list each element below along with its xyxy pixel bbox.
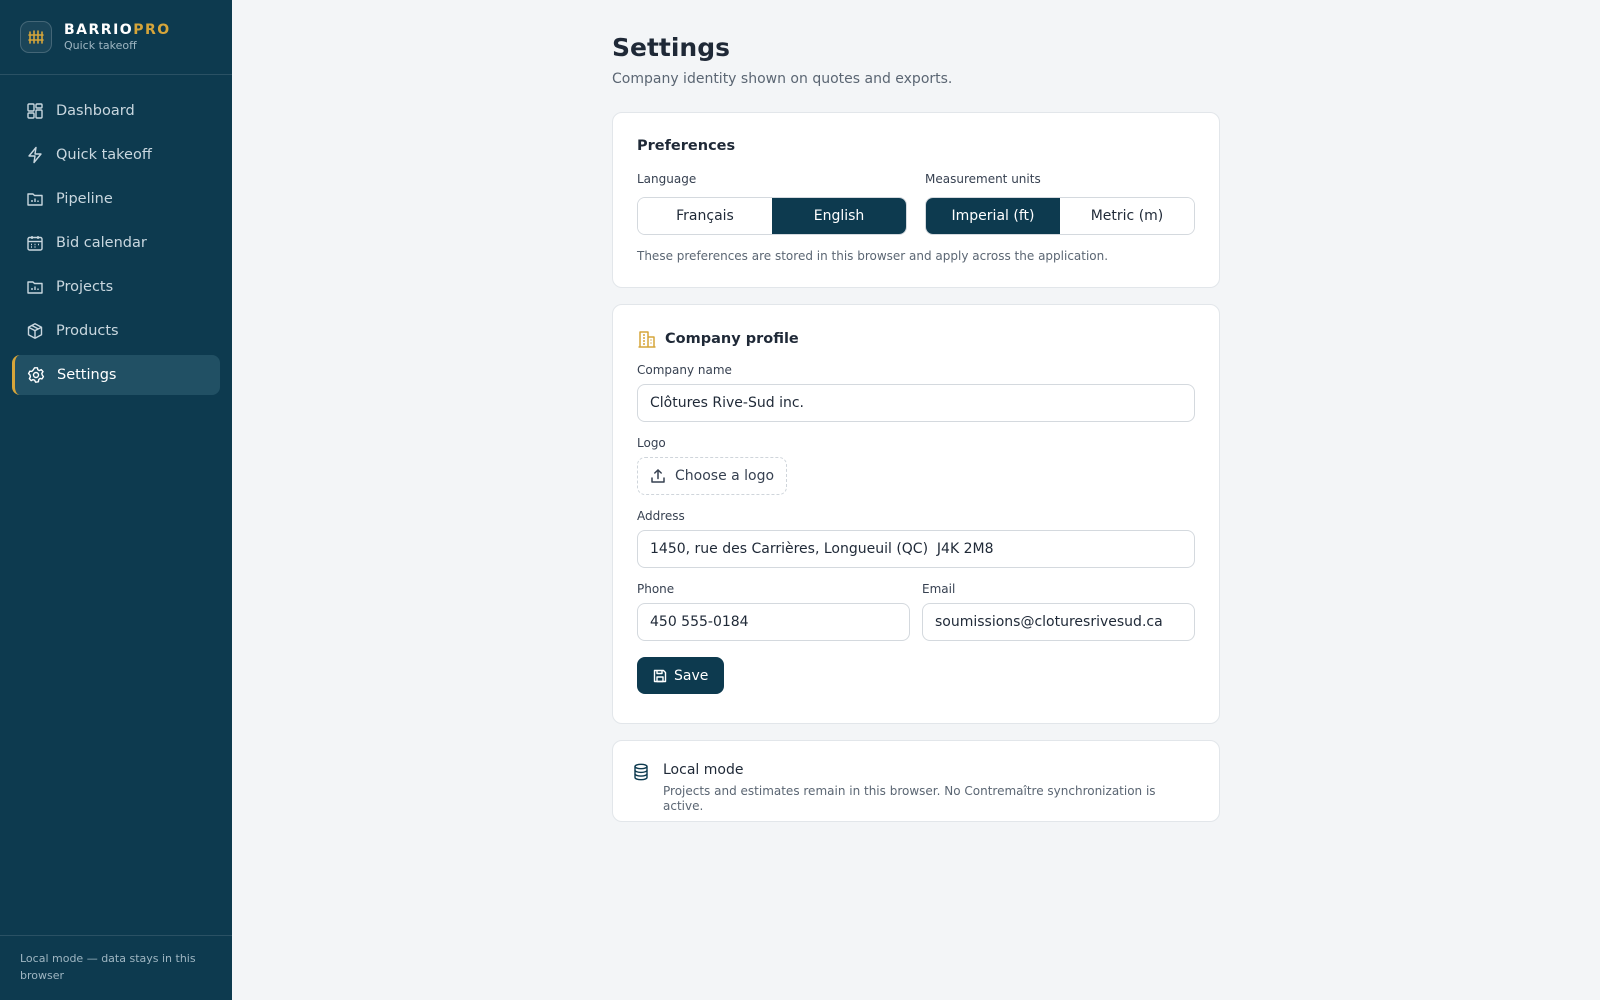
save-button[interactable]: Save [637, 657, 725, 694]
address-input[interactable] [637, 530, 1195, 568]
units-option-imperial[interactable]: Imperial (ft) [926, 198, 1060, 234]
save-label: Save [674, 667, 709, 684]
preferences-title: Preferences [637, 138, 736, 154]
language-label: Language [637, 172, 697, 186]
sidebar-item-quick-takeoff[interactable]: Quick takeoff [12, 135, 220, 175]
upload-icon [650, 468, 666, 484]
logo-field: Logo Choose a logo [637, 436, 1195, 495]
sidebar-item-label: Pipeline [56, 191, 113, 207]
sidebar: BARRIOPRO Quick takeoff Dashboard Quick … [0, 0, 232, 1000]
local-mode-title: Local mode [663, 762, 744, 778]
box-icon [26, 322, 44, 340]
sidebar-item-dashboard[interactable]: Dashboard [12, 91, 220, 131]
sidebar-item-label: Products [56, 323, 119, 339]
page-title: Settings [612, 33, 731, 62]
email-label: Email [922, 582, 956, 596]
choose-logo-label: Choose a logo [675, 468, 775, 484]
language-option-english[interactable]: English [772, 198, 906, 234]
sidebar-item-bid-calendar[interactable]: Bid calendar [12, 223, 220, 263]
language-toggle: Français English [637, 197, 907, 235]
logo-label: Logo [637, 436, 666, 450]
company-profile-header: Company profile [637, 329, 1195, 349]
sidebar-item-label: Projects [56, 279, 114, 295]
address-field: Address [637, 509, 1195, 568]
save-icon [653, 669, 667, 683]
company-profile-title: Company profile [665, 331, 799, 347]
sidebar-nav: Dashboard Quick takeoff Pipeline Bid cal… [0, 75, 232, 395]
gear-icon [27, 366, 45, 384]
lightning-icon [26, 146, 44, 164]
choose-logo-button[interactable]: Choose a logo [637, 457, 788, 495]
folder-chart-icon [26, 278, 44, 296]
address-label: Address [637, 509, 685, 523]
phone-label: Phone [637, 582, 675, 596]
preferences-note: These preferences are stored in this bro… [637, 249, 1109, 263]
company-name-input[interactable] [637, 384, 1195, 422]
contact-row: Phone Email [637, 582, 1195, 641]
sidebar-item-pipeline[interactable]: Pipeline [12, 179, 220, 219]
brand-subtitle: Quick takeoff [64, 38, 137, 52]
calendar-icon [26, 234, 44, 252]
sidebar-item-settings[interactable]: Settings [12, 355, 220, 395]
sidebar-item-label: Quick takeoff [56, 147, 152, 163]
sidebar-item-label: Dashboard [56, 103, 135, 119]
sidebar-item-label: Settings [57, 367, 117, 383]
language-option-francais[interactable]: Français [638, 198, 772, 234]
company-profile-card: Company profile Company name Logo Choose… [612, 304, 1220, 724]
sidebar-item-products[interactable]: Products [12, 311, 220, 351]
phone-input[interactable] [637, 603, 910, 641]
company-name-field: Company name [637, 363, 1195, 422]
main-content: Settings Company identity shown on quote… [612, 0, 1220, 822]
sidebar-footer-note: Local mode — data stays in this browser [0, 935, 232, 1000]
units-toggle: Imperial (ft) Metric (m) [925, 197, 1195, 235]
local-mode-description: Projects and estimates remain in this br… [663, 784, 1156, 813]
email-input[interactable] [922, 603, 1195, 641]
local-mode-card: Local mode Projects and estimates remain… [612, 740, 1220, 822]
preferences-card: Preferences Language Français English Me… [612, 112, 1220, 288]
database-icon [633, 763, 649, 801]
units-option-metric[interactable]: Metric (m) [1060, 198, 1194, 234]
brand-name: BARRIOPRO [64, 21, 171, 38]
fence-logo-icon [20, 21, 52, 53]
folder-chart-icon [26, 190, 44, 208]
sidebar-item-projects[interactable]: Projects [12, 267, 220, 307]
dashboard-grid-icon [26, 102, 44, 120]
units-label: Measurement units [925, 172, 1041, 186]
company-name-label: Company name [637, 363, 732, 377]
sidebar-item-label: Bid calendar [56, 235, 147, 251]
page-subtitle: Company identity shown on quotes and exp… [612, 71, 953, 87]
building-icon [637, 329, 657, 349]
brand: BARRIOPRO Quick takeoff [0, 0, 232, 75]
